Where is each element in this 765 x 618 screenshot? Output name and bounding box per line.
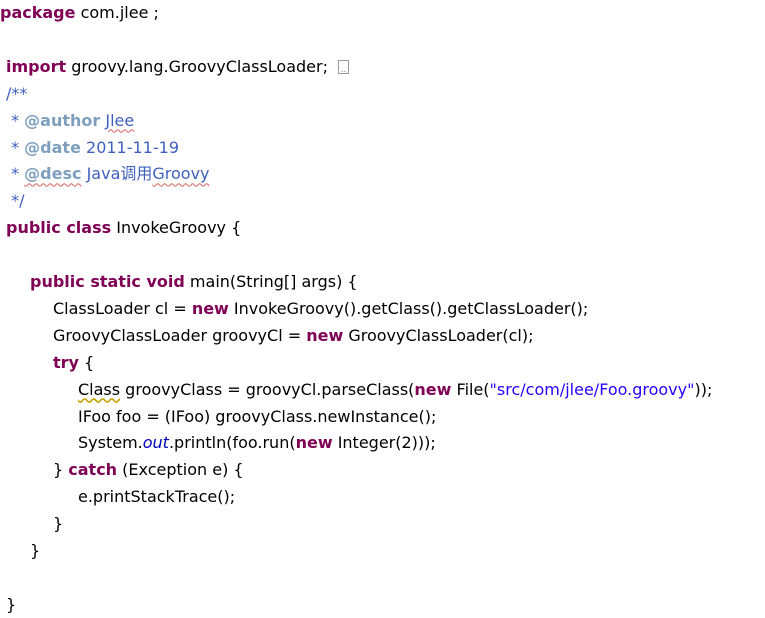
- code-token: GroovyClassLoader(cl);: [343, 325, 534, 345]
- code-token: /**: [6, 83, 28, 103]
- code-token: new: [414, 379, 452, 399]
- code-token: public static void: [30, 272, 185, 291]
- code-token: Class: [78, 379, 121, 399]
- code-line[interactable]: IFoo foo = (IFoo) groovyClass.newInstanc…: [78, 403, 436, 430]
- code-line[interactable]: /**: [6, 80, 27, 107]
- code-line[interactable]: public class InvokeGroovy {: [6, 214, 241, 241]
- folded-imports-icon[interactable]: ..: [338, 60, 349, 75]
- code-line[interactable]: GroovyClassLoader groovyCl = new GroovyC…: [53, 322, 534, 349]
- code-line[interactable]: ClassLoader cl = new InvokeGroovy().getC…: [53, 295, 588, 322]
- code-token: {: [78, 352, 95, 372]
- code-token: *: [6, 164, 25, 184]
- code-line[interactable]: e.printStackTrace();: [78, 483, 235, 510]
- code-line[interactable]: * @author Jlee: [6, 107, 134, 134]
- code-line[interactable]: public static void main(String[] args) {: [30, 268, 358, 295]
- code-token: com.jlee ;: [75, 3, 159, 22]
- code-token: new: [191, 298, 229, 318]
- code-token: e.printStackTrace();: [78, 487, 236, 507]
- code-token: *: [6, 110, 25, 130]
- code-line[interactable]: * @desc Java调用Groovy: [6, 160, 210, 187]
- code-line[interactable]: try {: [53, 349, 94, 376]
- code-token: IFoo foo = (IFoo) groovyClass.newInstanc…: [78, 406, 437, 426]
- code-line[interactable]: package com.jlee ;: [0, 0, 159, 26]
- code-token: */: [6, 191, 25, 211]
- code-token: groovy.lang.GroovyClassLoader;: [66, 56, 328, 76]
- code-token: }: [53, 460, 69, 480]
- code-token: ));: [694, 379, 713, 399]
- code-token: @author: [24, 110, 101, 130]
- code-token: (Exception e) {: [117, 460, 244, 480]
- code-token: main(String[] args) {: [184, 272, 358, 291]
- code-line[interactable]: System.out.println(foo.run(new Integer(2…: [78, 429, 436, 456]
- code-token: out: [142, 433, 169, 453]
- code-token: groovyClass = groovyCl.parseClass(: [120, 379, 415, 399]
- code-token: }: [6, 594, 17, 614]
- code-token: System.: [78, 433, 143, 453]
- code-token: new: [306, 325, 344, 345]
- code-token: new: [295, 433, 333, 453]
- code-token: package: [0, 3, 76, 22]
- code-token: ClassLoader cl =: [53, 298, 192, 318]
- code-token: InvokeGroovy().getClass().getClassLoader…: [228, 298, 589, 318]
- code-token: @desc: [24, 164, 82, 184]
- code-token: Integer(2)));: [332, 433, 436, 453]
- code-token: @date: [24, 137, 81, 157]
- code-token: .println(foo.run(: [168, 433, 296, 453]
- code-line[interactable]: import groovy.lang.GroovyClassLoader;..: [6, 53, 349, 80]
- code-token: Java调用: [81, 164, 153, 184]
- code-line[interactable]: * @date 2011-11-19: [6, 134, 179, 161]
- code-token: Groovy: [152, 164, 210, 184]
- code-token: File(: [451, 379, 490, 399]
- code-line[interactable]: }: [30, 537, 40, 564]
- code-line[interactable]: Class groovyClass = groovyCl.parseClass(…: [78, 376, 712, 403]
- code-line[interactable]: } catch (Exception e) {: [53, 456, 244, 483]
- code-token: catch: [68, 460, 118, 480]
- code-token: }: [53, 514, 64, 534]
- code-token: }: [30, 541, 41, 560]
- code-line[interactable]: }: [6, 591, 16, 618]
- code-token: *: [6, 137, 25, 157]
- code-token: InvokeGroovy {: [111, 218, 242, 238]
- code-token: import: [6, 56, 67, 76]
- code-token: "src/com/jlee/Foo.groovy": [489, 379, 695, 399]
- code-line[interactable]: */: [6, 187, 24, 214]
- code-token: Jlee: [105, 110, 135, 130]
- code-token: GroovyClassLoader groovyCl =: [53, 325, 307, 345]
- code-line[interactable]: }: [53, 510, 63, 537]
- code-token: public class: [6, 218, 112, 238]
- code-token: try: [53, 352, 79, 372]
- code-editor[interactable]: package com.jlee ; import groovy.lang.Gro…: [0, 0, 765, 617]
- code-token: 2011-11-19: [80, 137, 179, 157]
